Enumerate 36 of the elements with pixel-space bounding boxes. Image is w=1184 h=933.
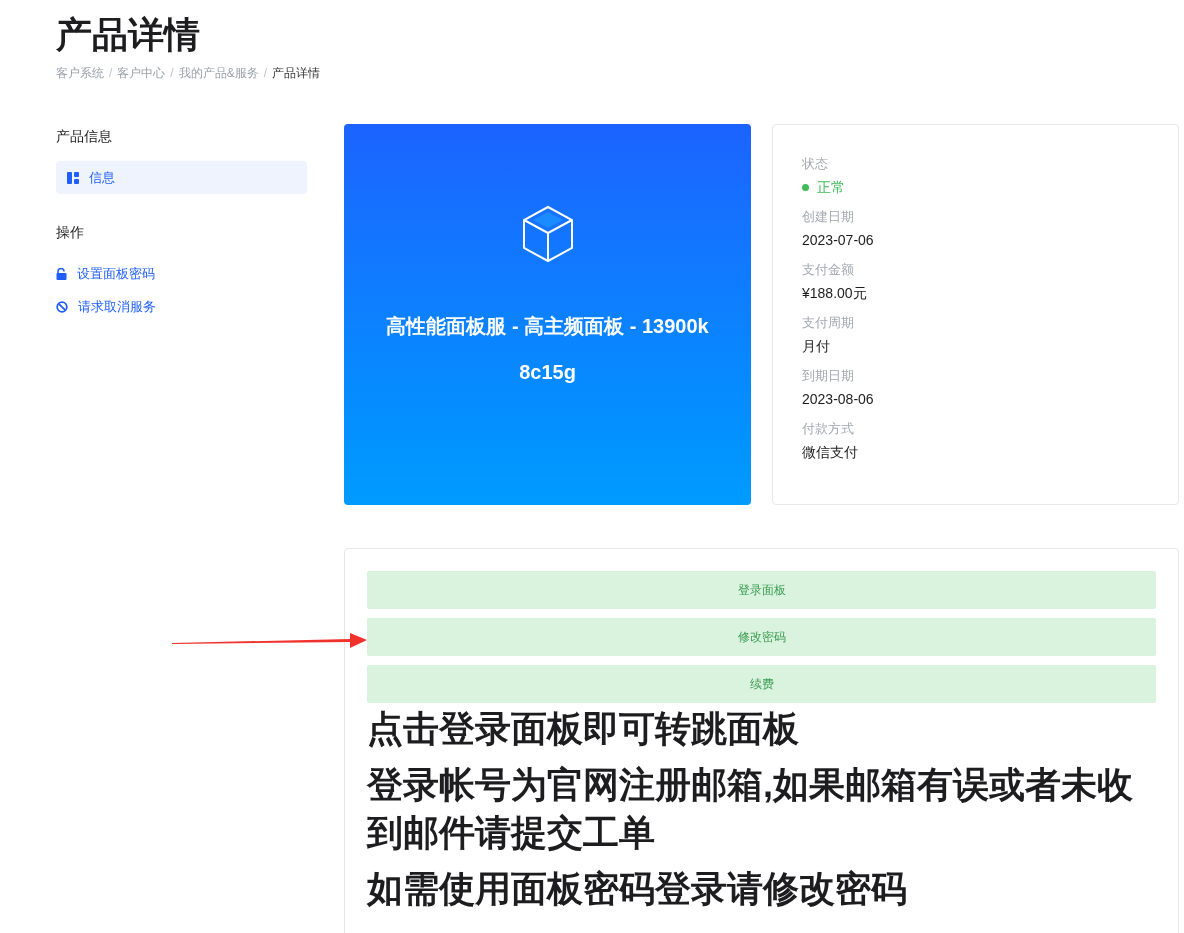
detail-value: ¥188.00元 bbox=[802, 284, 867, 303]
instruction-heading: 登录帐号为官网注册邮箱,如果邮箱有误或者未收到邮件请提交工单 bbox=[367, 763, 1134, 855]
sidebar-item[interactable]: 设置面板密码 bbox=[56, 257, 307, 290]
detail-label: 创建日期 bbox=[802, 208, 854, 226]
breadcrumb-separator: / bbox=[170, 65, 174, 82]
sidebar-item[interactable]: 信息 bbox=[56, 161, 307, 194]
detail-value: 2023-07-06 bbox=[802, 231, 874, 250]
detail-label: 支付周期 bbox=[802, 314, 854, 332]
breadcrumb-link[interactable]: 我的产品&服务 bbox=[178, 64, 259, 82]
breadcrumb-separator: / bbox=[263, 65, 268, 82]
detail-label: 付款方式 bbox=[802, 420, 854, 438]
breadcrumb-link[interactable]: 产品详情 bbox=[272, 64, 321, 82]
unlocked-padlock-icon bbox=[56, 267, 67, 280]
action-button[interactable]: 登录面板 bbox=[367, 571, 1156, 609]
detail-value: 微信支付 bbox=[802, 443, 858, 462]
page-title: 产品详情 bbox=[56, 13, 200, 57]
detail-value: 月付 bbox=[802, 337, 830, 356]
status-text: 正常 bbox=[817, 178, 845, 197]
action-button[interactable]: 续费 bbox=[367, 665, 1156, 703]
sidebar-section-title: 产品信息 bbox=[56, 127, 112, 146]
instruction-heading: 点击登录面板即可转跳面板 bbox=[367, 707, 800, 751]
breadcrumb-separator: / bbox=[109, 65, 113, 82]
breadcrumb-link[interactable]: 客户中心 bbox=[117, 64, 166, 82]
product-name: 高性能面板服 - 高主频面板 - 13900k 8c15g bbox=[385, 313, 710, 385]
cube-icon bbox=[521, 204, 574, 263]
detail-label: 状态 bbox=[802, 155, 828, 173]
sidebar-item[interactable]: 请求取消服务 bbox=[56, 290, 307, 323]
detail-label: 支付金额 bbox=[802, 261, 854, 279]
sidebar-section-title: 操作 bbox=[56, 223, 84, 242]
action-button[interactable]: 修改密码 bbox=[367, 618, 1156, 656]
detail-value: 2023-08-06 bbox=[802, 390, 874, 409]
detail-label: 到期日期 bbox=[802, 367, 854, 385]
dashboard-icon bbox=[67, 171, 79, 184]
ban-icon bbox=[56, 300, 68, 313]
instruction-heading: 如需使用面板密码登录请修改密码 bbox=[367, 867, 908, 911]
breadcrumb-link[interactable]: 客户系统 bbox=[56, 64, 104, 82]
